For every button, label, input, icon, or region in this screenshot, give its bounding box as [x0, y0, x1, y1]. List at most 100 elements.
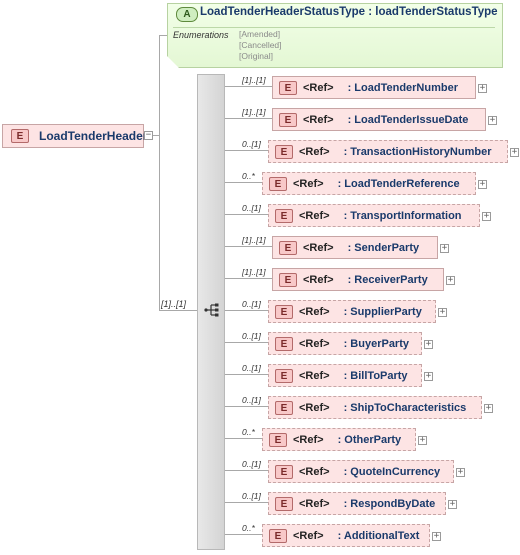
- child-element[interactable]: E <Ref> : LoadTenderReference +: [262, 172, 487, 195]
- enumeration-value: [Cancelled]: [239, 40, 282, 50]
- ref-label: <Ref>: [299, 209, 330, 222]
- child-connector: [225, 182, 262, 183]
- element-badge: E: [279, 112, 297, 127]
- child-element[interactable]: E <Ref>: RespondByDate +: [268, 492, 457, 515]
- child-element[interactable]: E <Ref> : SenderParty +: [272, 236, 449, 259]
- child-element[interactable]: E <Ref> : ShipToCharacteristics +: [268, 396, 493, 419]
- expand-toggle[interactable]: +: [510, 148, 519, 157]
- child-connector: [225, 310, 268, 311]
- expand-toggle[interactable]: +: [424, 340, 433, 349]
- child-connector: [225, 118, 272, 119]
- child-connector: [225, 214, 268, 215]
- child-element[interactable]: E <Ref>: TransactionHistoryNumber +: [268, 140, 519, 163]
- child-element-name: : SupplierParty: [343, 305, 422, 318]
- element-badge: E: [279, 240, 297, 255]
- root-element-name: LoadTenderHeader: [39, 129, 148, 143]
- child-connector: [225, 150, 268, 151]
- child-cardinality: [1]..[1]: [242, 235, 266, 245]
- child-cardinality: 0..[1]: [242, 395, 261, 405]
- ref-label: <Ref>: [299, 465, 330, 478]
- child-element-name: : LoadTenderNumber: [347, 81, 458, 94]
- child-connector: [225, 438, 262, 439]
- child-cardinality: 0..[1]: [242, 139, 261, 149]
- attribute-title: LoadTenderHeaderStatusType : loadTenderS…: [200, 6, 498, 18]
- ref-label: <Ref>: [299, 401, 330, 414]
- child-element[interactable]: E <Ref>: LoadTenderIssueDate +: [272, 108, 497, 131]
- ref-label: <Ref>: [303, 81, 334, 94]
- expand-toggle[interactable]: +: [440, 244, 449, 253]
- child-connector: [225, 342, 268, 343]
- root-collapse-toggle[interactable]: −: [144, 131, 153, 140]
- expand-toggle[interactable]: +: [488, 116, 497, 125]
- element-badge: E: [275, 144, 293, 159]
- child-connector: [225, 470, 268, 471]
- child-element[interactable]: E <Ref>: BuyerParty +: [268, 332, 433, 355]
- child-element-name: : LoadTenderReference: [337, 177, 460, 190]
- child-element-name: : ReceiverParty: [347, 273, 428, 286]
- root-element[interactable]: E LoadTenderHeader: [2, 124, 148, 148]
- element-badge: E: [269, 176, 287, 191]
- child-element[interactable]: E <Ref>: SupplierParty +: [268, 300, 447, 323]
- expand-toggle[interactable]: +: [478, 180, 487, 189]
- attribute-divider: [173, 27, 495, 28]
- child-cardinality: 0..*: [242, 427, 255, 437]
- trunk-line: [159, 35, 160, 311]
- element-badge: E: [279, 272, 297, 287]
- ref-label: <Ref>: [303, 273, 334, 286]
- element-badge: E: [275, 304, 293, 319]
- ref-label: <Ref>: [293, 177, 324, 190]
- child-cardinality: 0..[1]: [242, 299, 261, 309]
- child-cardinality: [1]..[1]: [242, 267, 266, 277]
- child-element-name: : SenderParty: [347, 241, 420, 254]
- child-cardinality: 0..*: [242, 523, 255, 533]
- child-cardinality: 0..[1]: [242, 203, 261, 213]
- expand-toggle[interactable]: +: [446, 276, 455, 285]
- child-element[interactable]: E <Ref>: BillToParty +: [268, 364, 433, 387]
- element-badge: E: [275, 208, 293, 223]
- element-badge: E: [269, 528, 287, 543]
- child-cardinality: 0..[1]: [242, 331, 261, 341]
- sequence-icon: [204, 303, 219, 317]
- element-badge: E: [275, 400, 293, 415]
- expand-toggle[interactable]: +: [418, 436, 427, 445]
- element-badge: E: [275, 368, 293, 383]
- child-cardinality: 0..[1]: [242, 491, 261, 501]
- child-connector: [225, 278, 272, 279]
- expand-toggle[interactable]: +: [448, 500, 457, 509]
- enumerations-label: Enumerations: [173, 30, 229, 40]
- attribute-badge: A: [176, 7, 198, 22]
- expand-toggle[interactable]: +: [432, 532, 441, 541]
- ref-label: <Ref>: [293, 433, 324, 446]
- child-element[interactable]: E <Ref>: TransportInformation +: [268, 204, 491, 227]
- expand-toggle[interactable]: +: [478, 84, 487, 93]
- element-badge: E: [269, 432, 287, 447]
- child-connector: [225, 502, 268, 503]
- child-element-name: : BillToParty: [343, 369, 408, 382]
- element-badge: E: [275, 496, 293, 511]
- expand-toggle[interactable]: +: [482, 212, 491, 221]
- child-element-name: : LoadTenderIssueDate: [347, 113, 469, 126]
- element-badge: E: [275, 336, 293, 351]
- child-element[interactable]: E <Ref>: AdditionalText +: [262, 524, 441, 547]
- child-element-name: : RespondByDate: [343, 497, 436, 510]
- expand-toggle[interactable]: +: [456, 468, 465, 477]
- child-element[interactable]: E <Ref> : QuoteInCurrency +: [268, 460, 465, 483]
- ref-label: <Ref>: [299, 337, 330, 350]
- sequence-cardinality: [1]..[1]: [161, 299, 187, 309]
- expand-toggle[interactable]: +: [438, 308, 447, 317]
- child-cardinality: 0..*: [242, 171, 255, 181]
- child-element[interactable]: E <Ref> : ReceiverParty +: [272, 268, 455, 291]
- ref-label: <Ref>: [303, 241, 334, 254]
- attr-connector: [159, 35, 167, 36]
- expand-toggle[interactable]: +: [484, 404, 493, 413]
- child-element[interactable]: E <Ref>: LoadTenderNumber +: [272, 76, 487, 99]
- child-element-name: : ShipToCharacteristics: [343, 401, 467, 414]
- ref-label: <Ref>: [293, 529, 324, 542]
- child-element[interactable]: E <Ref>: OtherParty +: [262, 428, 427, 451]
- child-element-name: : TransactionHistoryNumber: [343, 145, 492, 158]
- enumeration-value: [Original]: [239, 51, 274, 61]
- element-badge: E: [275, 464, 293, 479]
- child-connector: [225, 246, 272, 247]
- expand-toggle[interactable]: +: [424, 372, 433, 381]
- child-element-name: : QuoteInCurrency: [343, 465, 441, 478]
